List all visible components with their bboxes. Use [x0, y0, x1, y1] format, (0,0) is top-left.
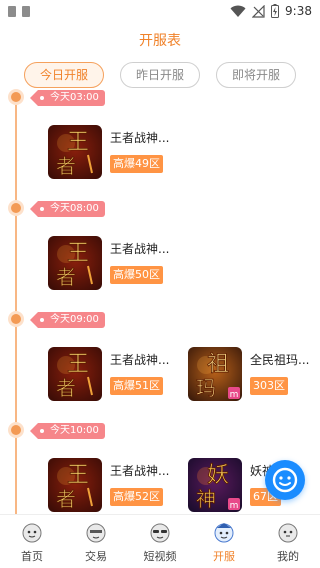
time-tag: 今天08:00 [30, 201, 105, 217]
svg-text:者: 者 [56, 265, 76, 289]
server-zone-badge: 高爆49区 [110, 155, 163, 173]
svg-text:者: 者 [56, 154, 76, 178]
tab-today[interactable]: 今日开服 [24, 62, 104, 88]
timeline-dot [8, 311, 24, 327]
tab-upcoming[interactable]: 即将开服 [216, 62, 296, 88]
game-name: 王者战神... [110, 242, 170, 256]
nav-label: 首页 [21, 550, 43, 563]
date-tabs: 今日开服 昨日开服 即将开服 [0, 62, 320, 88]
svg-text:祖: 祖 [207, 352, 229, 377]
mascot-video-icon [150, 523, 170, 543]
zuma-game-icon: 祖 玛 m [188, 347, 242, 401]
notification-icon [8, 6, 16, 17]
svg-text:者: 者 [56, 487, 76, 511]
wangzhe-game-icon: 王 者 [48, 458, 102, 512]
server-zone-badge: 高爆50区 [110, 266, 163, 284]
server-zone-badge: 高爆51区 [110, 377, 163, 395]
svg-text:王: 王 [67, 130, 89, 155]
svg-text:玛: 玛 [196, 376, 216, 400]
status-bar: 9:38 [0, 0, 320, 24]
timeline-dot [8, 200, 24, 216]
nav-mine[interactable]: 我的 [256, 515, 320, 568]
mascot-open-server-icon [214, 523, 234, 543]
timeline-dot [8, 89, 24, 105]
yaoshen-game-icon: 妖 神 m [188, 458, 242, 512]
smile-face-icon [272, 467, 298, 493]
game-name: 王者战神... [110, 353, 170, 367]
svg-text:m: m [230, 390, 239, 400]
tab-yesterday[interactable]: 昨日开服 [120, 62, 200, 88]
nav-label: 交易 [85, 550, 107, 563]
svg-text:王: 王 [67, 241, 89, 266]
game-name: 王者战神... [110, 131, 170, 145]
svg-text:者: 者 [56, 376, 76, 400]
mascot-trade-icon [86, 523, 106, 543]
time-tag: 今天10:00 [30, 423, 105, 439]
battery-charging-icon [271, 4, 280, 18]
nav-label: 开服 [213, 550, 235, 563]
timeline-line [15, 96, 17, 514]
nav-label: 我的 [277, 550, 299, 563]
page-title: 开服表 [139, 33, 181, 49]
svg-text:神: 神 [196, 487, 216, 511]
bottom-nav: 首页 交易 短视频 开服 我的 [0, 514, 320, 568]
wangzhe-game-icon: 王 者 [48, 347, 102, 401]
server-zone-badge: 高爆52区 [110, 488, 163, 506]
game-name: 全民祖玛... [250, 353, 310, 367]
time-tag: 今天09:00 [30, 312, 105, 328]
signal-off-icon [252, 4, 265, 18]
mascot-home-icon [22, 523, 42, 543]
wangzhe-game-icon: 王 者 [48, 125, 102, 179]
svg-text:妖: 妖 [207, 463, 229, 488]
wifi-icon [230, 5, 246, 17]
notification-icon [22, 6, 30, 17]
nav-home[interactable]: 首页 [0, 515, 64, 568]
wangzhe-game-icon: 王 者 [48, 236, 102, 290]
nav-short-video[interactable]: 短视频 [128, 515, 192, 568]
svg-text:m: m [230, 501, 239, 511]
game-name: 王者战神... [110, 464, 170, 478]
timeline-dot [8, 422, 24, 438]
svg-text:王: 王 [67, 352, 89, 377]
customer-service-button[interactable] [265, 460, 305, 500]
clock: 9:38 [285, 4, 312, 18]
nav-open-server[interactable]: 开服 [192, 515, 256, 568]
notification-icons [8, 6, 30, 17]
nav-label: 短视频 [143, 550, 177, 563]
server-zone-badge: 303区 [250, 377, 288, 395]
nav-trade[interactable]: 交易 [64, 515, 128, 568]
svg-text:王: 王 [67, 463, 89, 488]
mascot-profile-icon [278, 523, 298, 543]
time-tag: 今天03:00 [30, 90, 105, 106]
